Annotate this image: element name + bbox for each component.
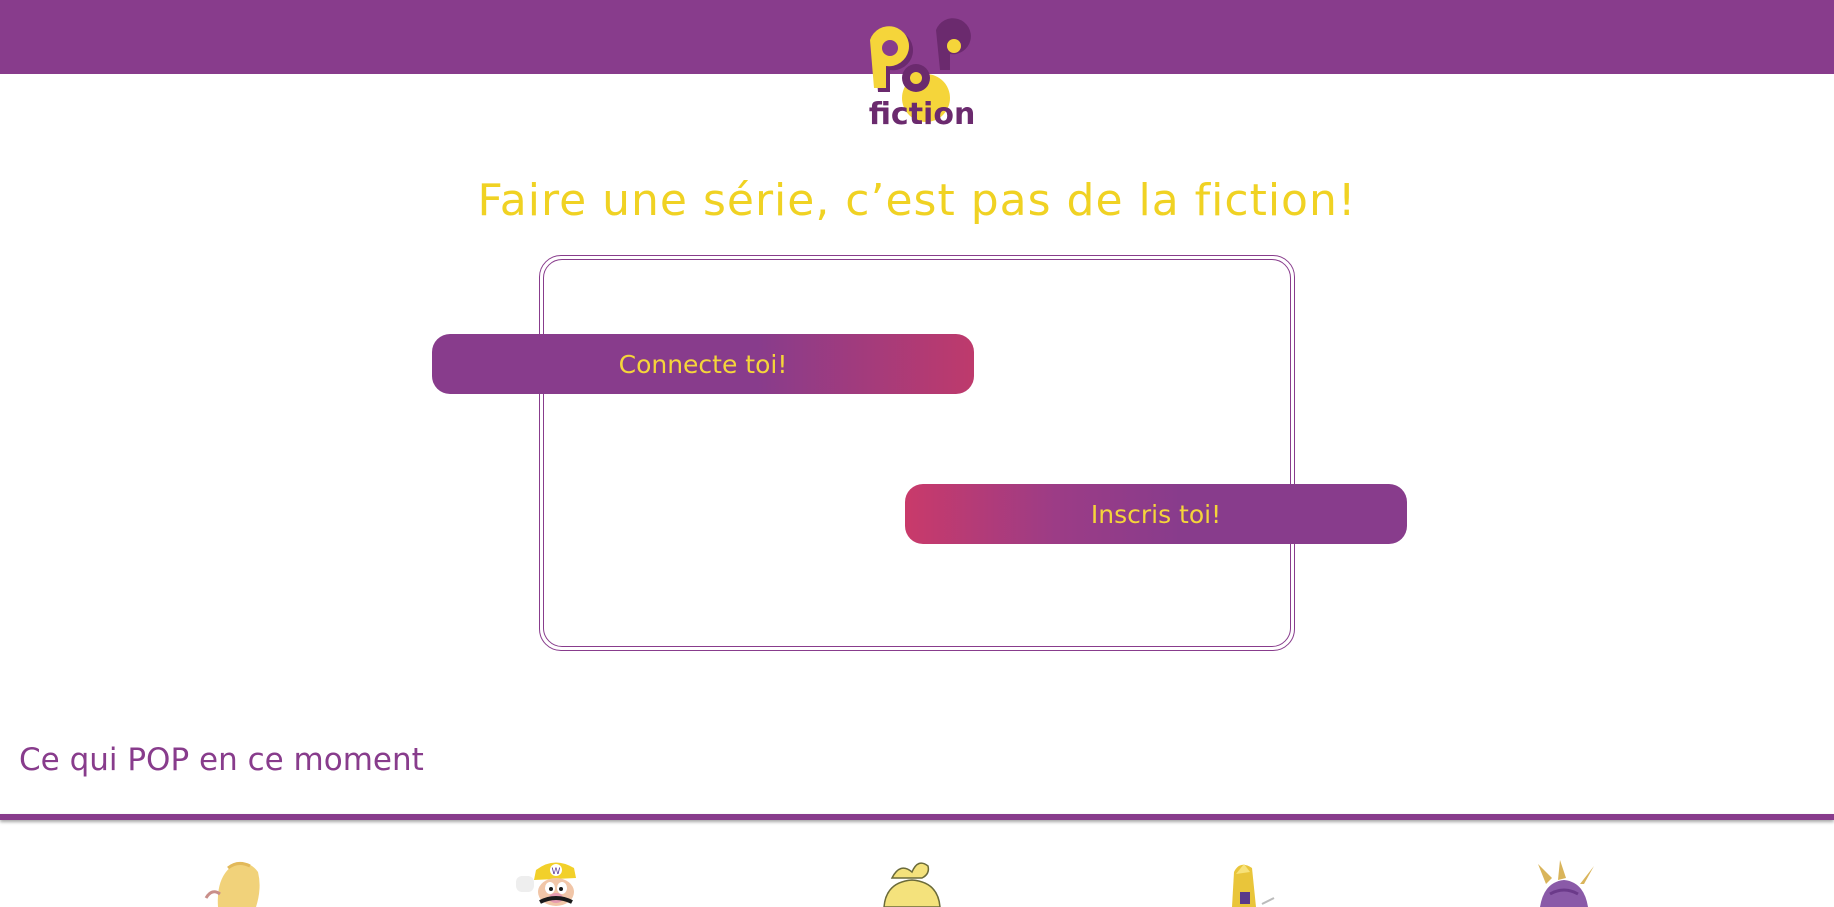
pop-fiction-logo[interactable]: fiction — [862, 18, 982, 130]
logo-wordmark: fiction — [869, 97, 976, 130]
login-button[interactable]: Connecte toi! — [432, 334, 974, 394]
yellow-character-thumbnail[interactable] — [872, 858, 952, 907]
rapunzel-thumbnail[interactable] — [198, 858, 278, 907]
section-divider — [0, 814, 1834, 820]
signup-button[interactable]: Inscris toi! — [905, 484, 1407, 544]
spyro-thumbnail[interactable] — [1524, 858, 1604, 907]
auth-card — [539, 255, 1295, 651]
page-tagline: Faire une série, c’est pas de la fiction… — [477, 175, 1357, 226]
svg-text:W: W — [552, 867, 561, 877]
auth-card-inner-border — [543, 259, 1291, 647]
trending-section-title: Ce qui POP en ce moment — [19, 742, 424, 778]
wario-thumbnail[interactable]: W — [510, 858, 590, 907]
golden-helmet-thumbnail[interactable] — [1222, 858, 1302, 907]
